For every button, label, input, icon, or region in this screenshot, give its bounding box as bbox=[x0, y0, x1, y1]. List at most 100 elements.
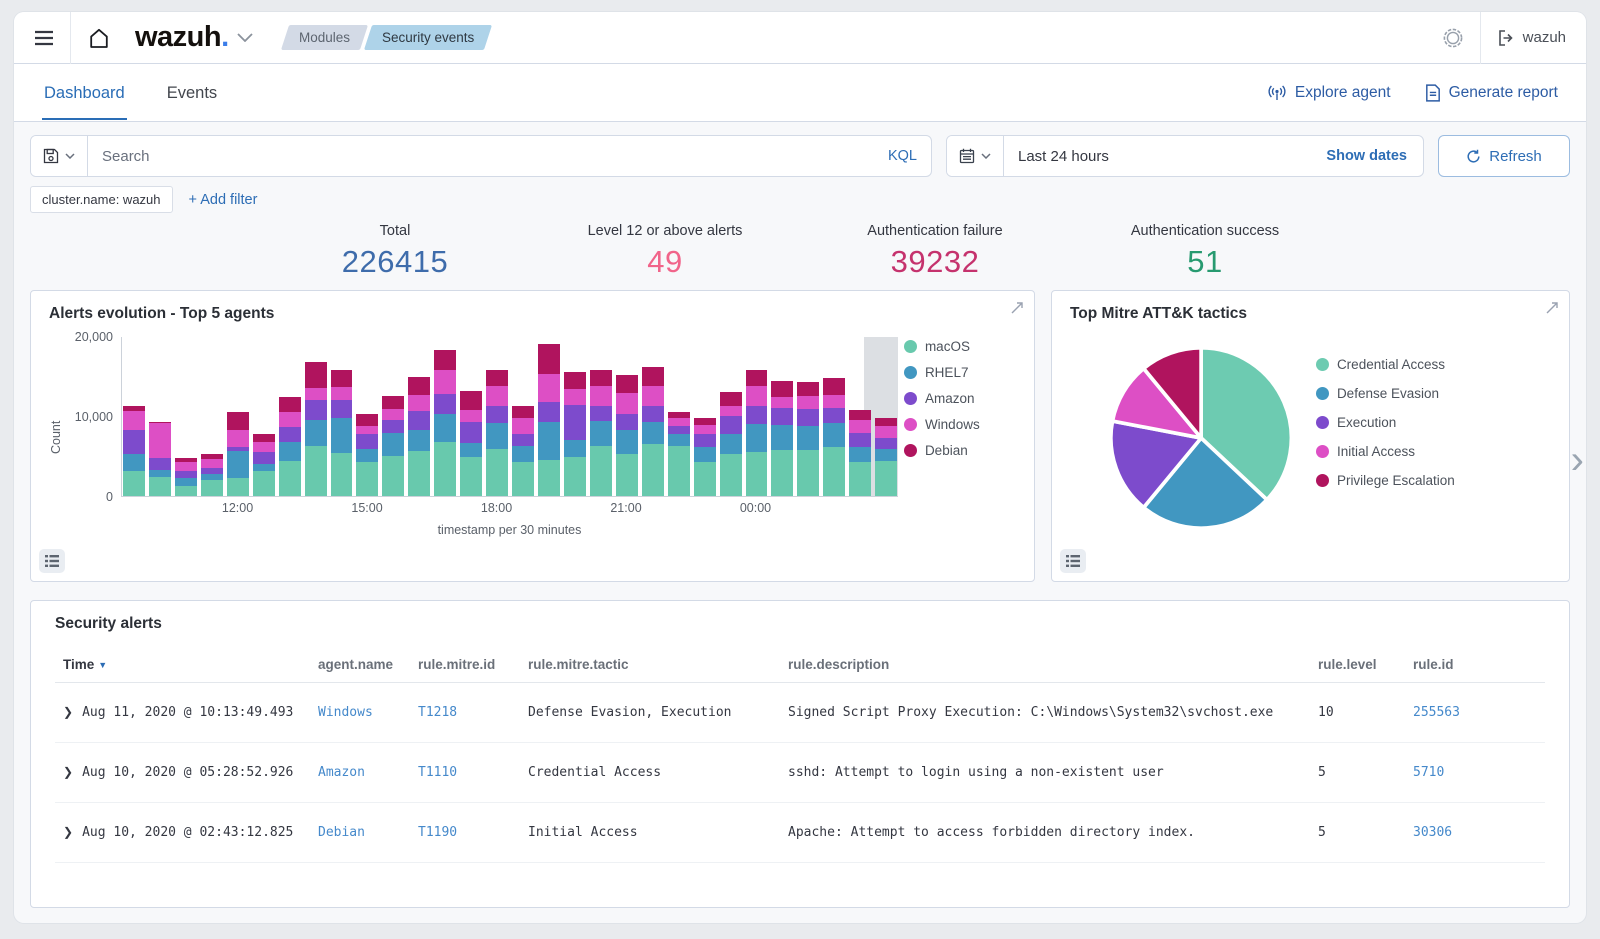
stacked-bar[interactable] bbox=[668, 412, 690, 496]
next-panel-chevron[interactable]: › bbox=[1571, 440, 1584, 480]
stacked-bar[interactable] bbox=[227, 412, 249, 496]
tab-events[interactable]: Events bbox=[165, 66, 219, 120]
cell-rule-id-link[interactable]: 30306 bbox=[1413, 825, 1452, 840]
stacked-bar[interactable] bbox=[746, 370, 768, 496]
stacked-bar[interactable] bbox=[253, 434, 275, 496]
bar-segment bbox=[746, 406, 768, 424]
cell-mitre-id-link[interactable]: T1190 bbox=[418, 825, 457, 840]
stacked-bar[interactable] bbox=[720, 392, 742, 496]
refresh-button[interactable]: Refresh bbox=[1438, 135, 1570, 177]
home-icon[interactable] bbox=[81, 21, 117, 55]
stacked-bar[interactable] bbox=[382, 396, 404, 496]
bar-segment bbox=[797, 426, 819, 449]
stacked-bar[interactable] bbox=[642, 367, 664, 496]
stacked-bar[interactable] bbox=[434, 350, 456, 496]
stacked-bar[interactable] bbox=[875, 418, 897, 496]
expand-panel-icon[interactable] bbox=[1545, 301, 1559, 315]
app-switcher-chevron-icon[interactable] bbox=[231, 27, 259, 48]
cell-rule-id-link[interactable]: 255563 bbox=[1413, 705, 1460, 720]
bar-segment bbox=[382, 409, 404, 420]
legend-item[interactable]: Execution bbox=[1316, 415, 1480, 430]
breadcrumb-item[interactable]: Modules bbox=[281, 25, 368, 50]
cell-rule-id-link[interactable]: 5710 bbox=[1413, 765, 1444, 780]
stacked-bar[interactable] bbox=[175, 458, 197, 496]
column-header-rule-mitre-tactic[interactable]: rule.mitre.tactic bbox=[520, 645, 780, 683]
column-header-rule-level[interactable]: rule.level bbox=[1310, 645, 1405, 683]
row-expand-chevron[interactable]: ❯ bbox=[63, 705, 73, 719]
filter-pill[interactable]: cluster.name: wazuh bbox=[30, 186, 173, 213]
stacked-bar[interactable] bbox=[123, 406, 145, 496]
column-header-rule-id[interactable]: rule.id bbox=[1405, 645, 1545, 683]
column-header-rule-mitre-id[interactable]: rule.mitre.id bbox=[410, 645, 520, 683]
expand-panel-icon[interactable] bbox=[1010, 301, 1024, 315]
saved-queries-button[interactable] bbox=[31, 136, 88, 176]
logout-button[interactable]: wazuh bbox=[1491, 23, 1572, 53]
cell-agent-name-link[interactable]: Windows bbox=[318, 705, 373, 720]
legend-item[interactable]: Initial Access bbox=[1316, 444, 1480, 459]
cell-mitre-id-link[interactable]: T1110 bbox=[418, 765, 457, 780]
menu-hamburger-icon[interactable] bbox=[28, 24, 60, 52]
stacked-bar[interactable] bbox=[849, 410, 871, 496]
cell-mitre-id-link[interactable]: T1218 bbox=[418, 705, 457, 720]
legend-toggle-icon[interactable] bbox=[39, 549, 65, 573]
legend-item[interactable]: Defense Evasion bbox=[1316, 386, 1480, 401]
search-input[interactable] bbox=[88, 148, 874, 165]
legend-toggle-icon[interactable] bbox=[1060, 549, 1086, 573]
stacked-bar[interactable] bbox=[797, 382, 819, 496]
column-header-time[interactable]: Time▼ bbox=[55, 645, 310, 683]
stacked-bar[interactable] bbox=[590, 370, 612, 496]
bar-segment bbox=[642, 444, 664, 496]
stacked-bar[interactable] bbox=[538, 344, 560, 496]
status-ring-icon[interactable] bbox=[1436, 21, 1470, 55]
cell-agent-name-link[interactable]: Amazon bbox=[318, 765, 365, 780]
x-tick-label: 18:00 bbox=[481, 501, 512, 515]
stacked-bar[interactable] bbox=[356, 414, 378, 496]
bar-segment bbox=[123, 430, 145, 454]
stacked-bar[interactable] bbox=[616, 375, 638, 496]
time-range-value[interactable]: Last 24 hours bbox=[1004, 148, 1310, 165]
column-header-agent-name[interactable]: agent.name bbox=[310, 645, 410, 683]
legend-dot-icon bbox=[1316, 387, 1329, 400]
bar-segment bbox=[875, 418, 897, 426]
breadcrumb-item[interactable]: Security events bbox=[364, 25, 492, 50]
stacked-bar[interactable] bbox=[564, 372, 586, 496]
kql-toggle[interactable]: KQL bbox=[874, 148, 931, 164]
show-dates-button[interactable]: Show dates bbox=[1310, 148, 1423, 164]
bar-segment bbox=[408, 411, 430, 429]
stacked-bar[interactable] bbox=[279, 397, 301, 496]
stacked-bar[interactable] bbox=[771, 381, 793, 496]
tab-dashboard[interactable]: Dashboard bbox=[42, 66, 127, 120]
column-header-rule-description[interactable]: rule.description bbox=[780, 645, 1310, 683]
bar-segment bbox=[356, 414, 378, 426]
legend-dot-icon bbox=[1316, 445, 1329, 458]
generate-report-button[interactable]: Generate report bbox=[1425, 84, 1558, 102]
stacked-bar[interactable] bbox=[694, 418, 716, 496]
row-expand-chevron[interactable]: ❯ bbox=[63, 825, 73, 839]
stacked-bar[interactable] bbox=[486, 370, 508, 496]
stacked-bar[interactable] bbox=[331, 370, 353, 496]
legend-item[interactable]: Privilege Escalation bbox=[1316, 473, 1480, 488]
divider bbox=[1480, 12, 1481, 64]
bar-segment bbox=[694, 447, 716, 462]
legend-item[interactable]: Debian bbox=[904, 443, 1016, 458]
cell-agent-name-link[interactable]: Debian bbox=[318, 825, 365, 840]
bar-segment bbox=[460, 410, 482, 422]
calendar-button[interactable] bbox=[947, 136, 1004, 176]
add-filter-button[interactable]: + Add filter bbox=[189, 192, 258, 208]
bar-segment bbox=[253, 442, 275, 452]
stacked-bar[interactable] bbox=[512, 406, 534, 496]
stacked-bar[interactable] bbox=[823, 378, 845, 496]
row-expand-chevron[interactable]: ❯ bbox=[63, 765, 73, 779]
legend-item[interactable]: Credential Access bbox=[1316, 357, 1480, 372]
legend-item[interactable]: RHEL7 bbox=[904, 365, 1016, 380]
stacked-bar[interactable] bbox=[149, 422, 171, 496]
app-window: wazuh. ModulesSecurity events wazuh Dash… bbox=[14, 12, 1586, 923]
stacked-bar[interactable] bbox=[460, 391, 482, 496]
explore-agent-button[interactable]: Explore agent bbox=[1267, 84, 1391, 102]
legend-item[interactable]: macOS bbox=[904, 339, 1016, 354]
legend-item[interactable]: Windows bbox=[904, 417, 1016, 432]
stacked-bar[interactable] bbox=[305, 362, 327, 496]
legend-item[interactable]: Amazon bbox=[904, 391, 1016, 406]
stacked-bar[interactable] bbox=[408, 377, 430, 496]
stacked-bar[interactable] bbox=[201, 454, 223, 496]
